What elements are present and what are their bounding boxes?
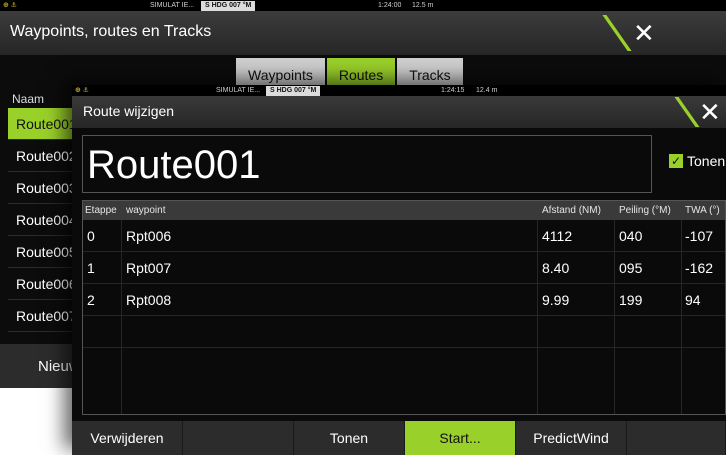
route-name-value: Route001 (87, 143, 261, 187)
close-icon[interactable]: ✕ (633, 20, 655, 46)
cell-twa: 94 (685, 292, 701, 308)
cell-distance: 4112 (542, 228, 573, 244)
column-header-leg: Etappe (85, 205, 117, 216)
cell-leg: 2 (87, 292, 95, 308)
table-row[interactable]: 0 Rpt006 4112 040 -107 (83, 220, 725, 252)
tab-tracks[interactable]: Tracks (397, 58, 463, 88)
table-row[interactable]: 2 Rpt008 9.99 199 94 (83, 284, 725, 316)
status-bar: ⊕ ⚓ SIMULAT IE... S HDG 007 °M 1:24:00 1… (0, 0, 726, 11)
dialog-title: Route wijzigen (83, 103, 175, 119)
tab-routes[interactable]: Routes (326, 58, 396, 88)
column-header-twa: TWA (°) (685, 205, 720, 216)
simulation-indicator: SIMULAT IE... (216, 87, 261, 94)
status-icons: ⊕ ⚓ (75, 87, 90, 94)
cell-bearing: 040 (619, 228, 643, 244)
checkbox-checked-icon[interactable]: ✓ (669, 154, 683, 168)
tab-bar: Waypoints Routes Tracks (236, 58, 465, 88)
distance-readout: 12.5 m (412, 2, 434, 9)
table-row-empty (83, 316, 725, 348)
clock: 1:24:15 (441, 87, 465, 94)
clock: 1:24:00 (378, 2, 402, 9)
simulation-indicator: SIMULAT IE... (150, 2, 195, 9)
window-title: Waypoints, routes en Tracks (10, 23, 212, 40)
column-divider (681, 220, 682, 414)
close-icon[interactable]: ✕ (699, 99, 721, 125)
waypoint-table: Etappe waypoint Afstand (NM) Peiling (°M… (82, 200, 726, 415)
dialog-button-bar: Verwijderen Tonen Start... PredictWind (72, 421, 726, 455)
cell-bearing: 199 (619, 292, 643, 308)
heading-prefix: S HDG (205, 1, 228, 9)
cell-bearing: 095 (619, 260, 643, 276)
empty-button[interactable] (183, 421, 294, 455)
title-bar: Waypoints, routes en Tracks ✕ (0, 11, 726, 55)
cell-waypoint: Rpt006 (126, 228, 172, 244)
edit-route-dialog: ⊕ ⚓ SIMULAT IE... S HDG 007 °M 1:24:15 1… (72, 85, 726, 455)
heading-prefix: S HDG (270, 86, 293, 94)
cell-distance: 8.40 (542, 260, 570, 276)
dialog-title-bar: Route wijzigen ✕ (72, 96, 726, 128)
cell-distance: 9.99 (542, 292, 570, 308)
cell-waypoint: Rpt008 (126, 292, 172, 308)
table-header: Etappe waypoint Afstand (NM) Peiling (°M… (83, 201, 725, 220)
cell-waypoint: Rpt007 (126, 260, 172, 276)
status-icons: ⊕ ⚓ (3, 2, 18, 9)
column-divider (121, 220, 122, 414)
cell-twa: -162 (685, 260, 714, 276)
heading-value: 007 °M (229, 1, 252, 9)
start-button[interactable]: Start... (405, 421, 516, 455)
column-header-distance: Afstand (NM) (542, 205, 601, 216)
distance-readout: 12.4 m (476, 87, 498, 94)
show-toggle[interactable]: ✓ Tonen (669, 153, 725, 169)
accent-slash-icon (602, 15, 632, 51)
tab-waypoints[interactable]: Waypoints (236, 58, 325, 88)
delete-button[interactable]: Verwijderen (72, 421, 183, 455)
show-label: Tonen (687, 153, 726, 169)
heading-readout: S HDG 007 °M (266, 85, 321, 96)
show-button[interactable]: Tonen (294, 421, 405, 455)
heading-readout: S HDG 007 °M (201, 0, 256, 11)
column-divider (614, 220, 615, 414)
table-row[interactable]: 1 Rpt007 8.40 095 -162 (83, 252, 725, 284)
empty-button[interactable] (627, 421, 726, 455)
predictwind-button[interactable]: PredictWind (516, 421, 627, 455)
column-divider (537, 220, 538, 414)
column-header-waypoint: waypoint (126, 205, 166, 216)
accent-slash-icon (674, 97, 700, 127)
cell-leg: 0 (87, 228, 95, 244)
heading-value: 007 °M (294, 86, 317, 94)
cell-leg: 1 (87, 260, 95, 276)
route-name-field[interactable]: Route001 (82, 135, 652, 193)
dialog-status-bar: ⊕ ⚓ SIMULAT IE... S HDG 007 °M 1:24:15 1… (72, 85, 726, 96)
cell-twa: -107 (685, 228, 714, 244)
column-header-bearing: Peiling (°M) (619, 205, 671, 216)
